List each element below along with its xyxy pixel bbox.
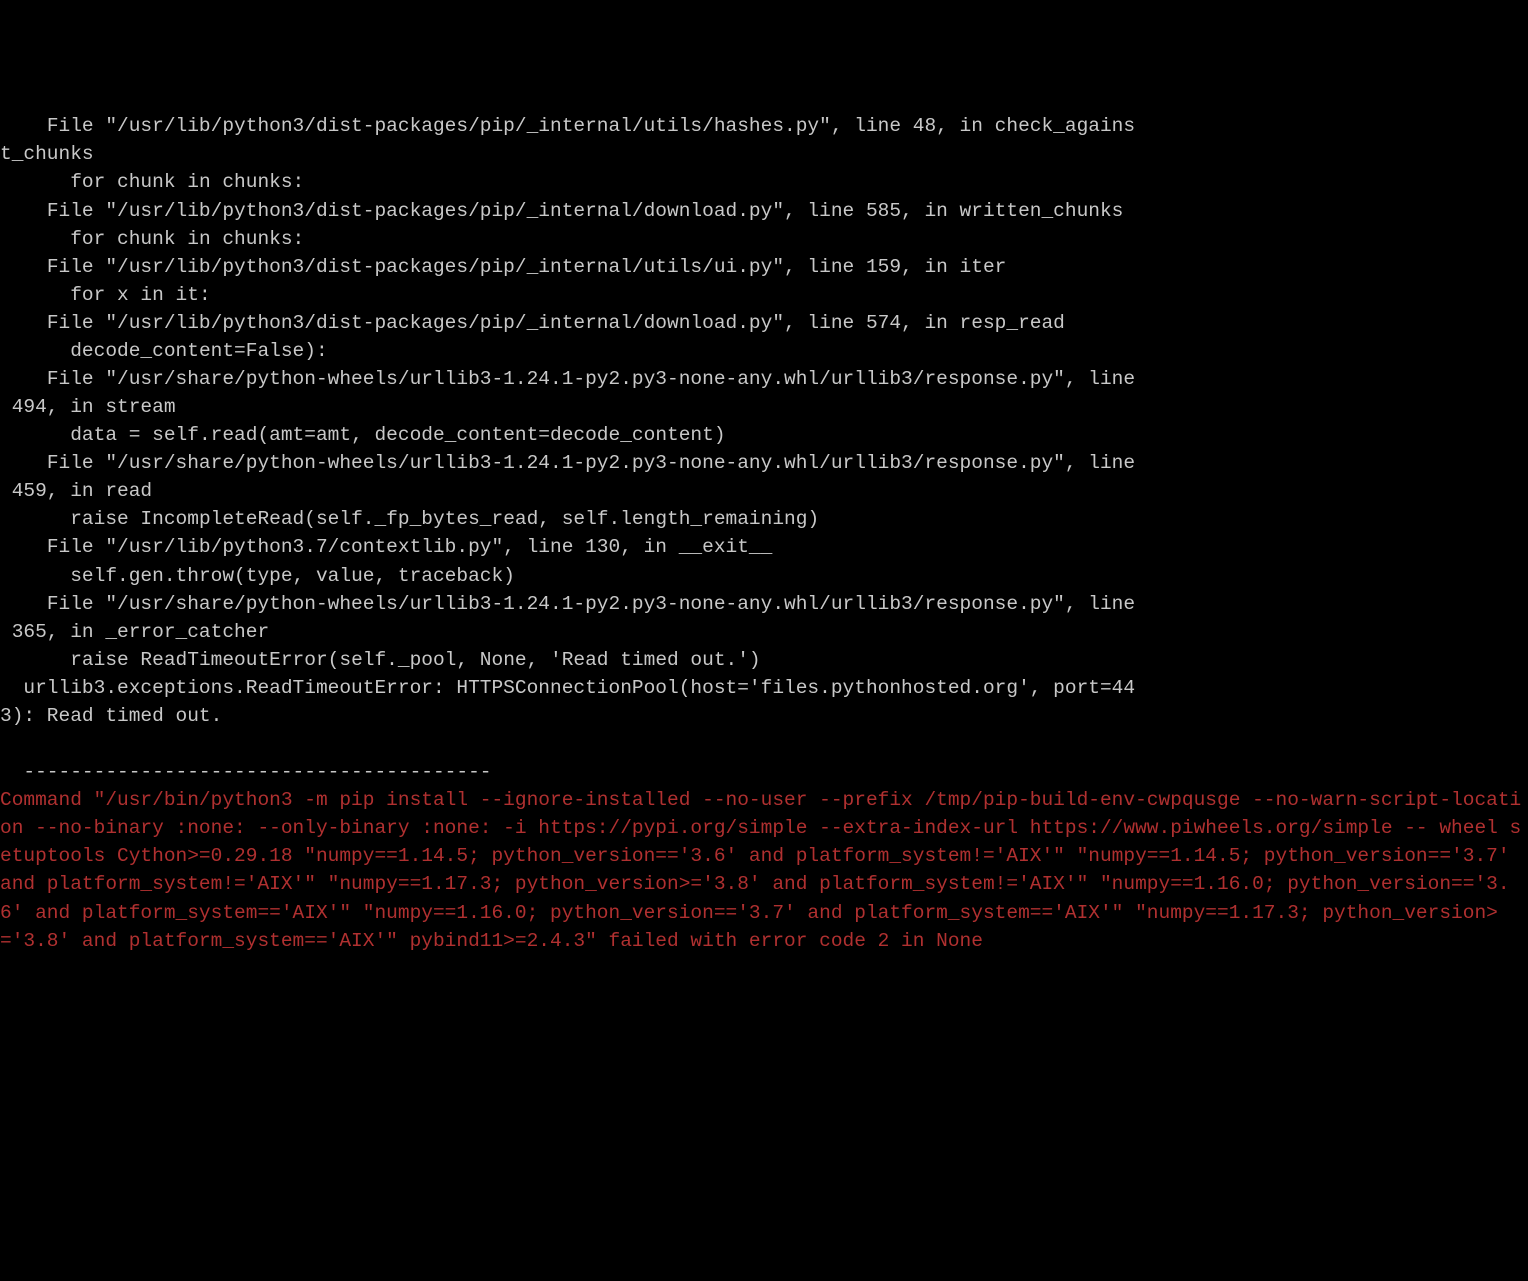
traceback-line: File "/usr/lib/python3/dist-packages/pip… — [0, 112, 1528, 140]
traceback-line: File "/usr/lib/python3/dist-packages/pip… — [0, 253, 1528, 281]
traceback-line: decode_content=False): — [0, 337, 1528, 365]
traceback-block: File "/usr/lib/python3/dist-packages/pip… — [0, 112, 1528, 786]
traceback-line: for x in it: — [0, 281, 1528, 309]
traceback-line: File "/usr/share/python-wheels/urllib3-1… — [0, 590, 1528, 618]
traceback-line: File "/usr/share/python-wheels/urllib3-1… — [0, 449, 1528, 477]
traceback-line: t_chunks — [0, 140, 1528, 168]
traceback-line: self.gen.throw(type, value, traceback) — [0, 562, 1528, 590]
traceback-line: for chunk in chunks: — [0, 225, 1528, 253]
traceback-line — [0, 730, 1528, 758]
traceback-line: raise IncompleteRead(self._fp_bytes_read… — [0, 505, 1528, 533]
traceback-line: File "/usr/share/python-wheels/urllib3-1… — [0, 365, 1528, 393]
traceback-line: 459, in read — [0, 477, 1528, 505]
traceback-line: data = self.read(amt=amt, decode_content… — [0, 421, 1528, 449]
traceback-line: raise ReadTimeoutError(self._pool, None,… — [0, 646, 1528, 674]
traceback-line: File "/usr/lib/python3/dist-packages/pip… — [0, 197, 1528, 225]
traceback-line: 3): Read timed out. — [0, 702, 1528, 730]
traceback-line: 365, in _error_catcher — [0, 618, 1528, 646]
terminal-output[interactable]: File "/usr/lib/python3/dist-packages/pip… — [0, 112, 1528, 1140]
traceback-line: for chunk in chunks: — [0, 168, 1528, 196]
traceback-line: File "/usr/lib/python3/dist-packages/pip… — [0, 309, 1528, 337]
traceback-line: urllib3.exceptions.ReadTimeoutError: HTT… — [0, 674, 1528, 702]
traceback-line: 494, in stream — [0, 393, 1528, 421]
traceback-line: ---------------------------------------- — [0, 758, 1528, 786]
traceback-line: File "/usr/lib/python3.7/contextlib.py",… — [0, 533, 1528, 561]
error-message: Command "/usr/bin/python3 -m pip install… — [0, 786, 1528, 954]
